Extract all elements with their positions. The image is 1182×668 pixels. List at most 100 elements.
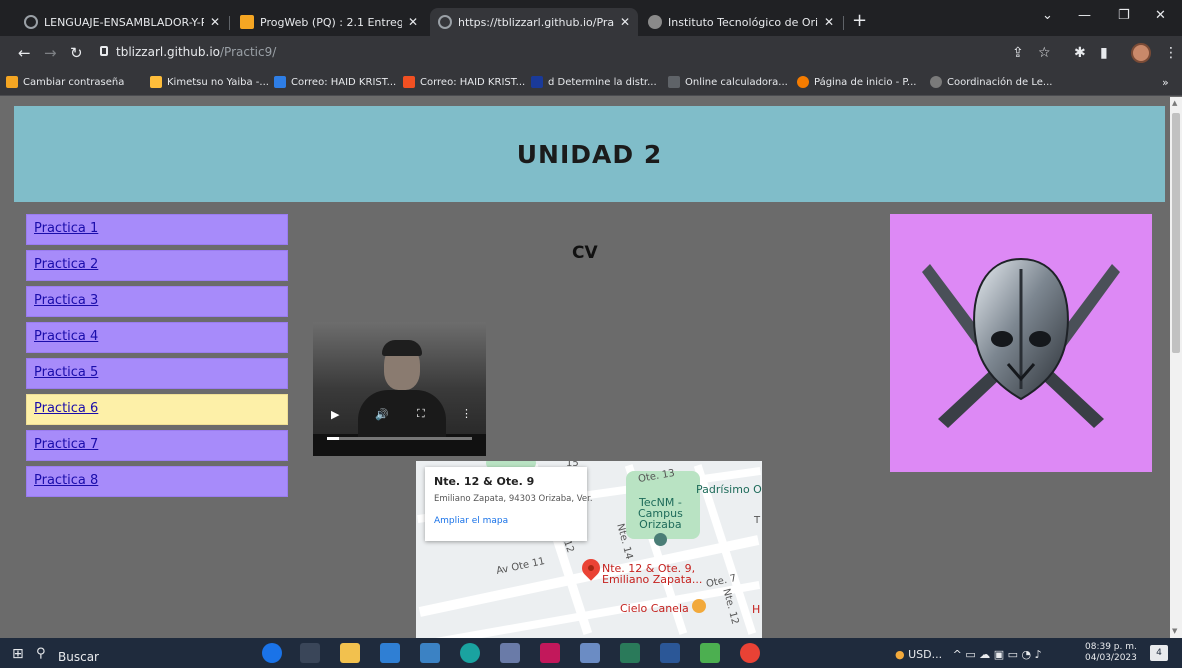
blogger-icon: [797, 76, 809, 88]
page-viewport: UNIDAD 2 Practica 1 Practica 2 Practica …: [0, 97, 1170, 638]
bookmark-correo-1[interactable]: Correo: HAID KRIST...: [274, 76, 396, 88]
volume-icon[interactable]: 🔊: [375, 408, 389, 421]
side-panel-icon[interactable]: ▮: [1100, 45, 1108, 61]
bookmark-correo-2[interactable]: Correo: HAID KRIST...: [403, 76, 525, 88]
bookmark-calculadora[interactable]: Online calculadora...: [668, 76, 788, 88]
map-place-title: Nte. 12 & Ote. 9: [434, 475, 535, 488]
tab-instituto[interactable]: Instituto Tecnológico de Orizaba ✕: [640, 8, 842, 36]
task-view-icon[interactable]: [300, 643, 320, 663]
street-label: Av Ote 11: [495, 556, 546, 577]
fullscreen-icon[interactable]: ⛶: [417, 407, 425, 421]
scroll-up-icon[interactable]: ▲: [1172, 99, 1177, 107]
institute-icon: [648, 15, 662, 29]
clock-time: 08:39 p. m.: [1085, 642, 1137, 652]
close-tab-icon[interactable]: ✕: [210, 15, 220, 29]
nav-link-practica-4[interactable]: Practica 4: [26, 322, 288, 353]
campus-label[interactable]: TecNM - Campus Orizaba: [638, 497, 683, 530]
map-expand-link[interactable]: Ampliar el mapa: [434, 516, 578, 526]
video-progress-fill: [327, 437, 339, 440]
map-edge-label: T: [754, 515, 761, 526]
school-icon[interactable]: [654, 533, 667, 546]
bookmark-favicon-icon: [150, 76, 162, 88]
restaurant-icon[interactable]: [692, 599, 706, 613]
notes-icon[interactable]: [700, 643, 720, 663]
forward-arrow-icon[interactable]: →: [44, 45, 57, 61]
tab-lenguaje[interactable]: LENGUAJE-ENSAMBLADOR-Y-PR ✕: [16, 8, 228, 36]
word-icon[interactable]: [660, 643, 680, 663]
bookmark-kimetsu[interactable]: Kimetsu no Yaiba -...: [150, 76, 269, 88]
globe-icon: [24, 15, 38, 29]
poi-cielo-canela[interactable]: Cielo Canela: [620, 602, 689, 615]
profile-avatar[interactable]: [1131, 43, 1151, 63]
play-icon[interactable]: ▶: [331, 408, 339, 421]
browser-tab-bar: LENGUAJE-ENSAMBLADOR-Y-PR ✕ ProgWeb (PQ)…: [0, 0, 1182, 36]
file-explorer-icon[interactable]: [340, 643, 360, 663]
star-icon: [531, 76, 543, 88]
maximize-button[interactable]: ❐: [1118, 8, 1130, 23]
globe-icon: [438, 15, 452, 29]
bookmark-cambiar[interactable]: Cambiar contraseña: [6, 76, 124, 88]
bing-icon[interactable]: [262, 643, 282, 663]
taskbar-search[interactable]: Buscar: [58, 650, 99, 664]
video-person-hair: [382, 340, 422, 356]
moodle-icon: [240, 15, 254, 29]
nav-link-practica-8[interactable]: Practica 8: [26, 466, 288, 497]
bookmark-determine[interactable]: d Determine la distr...: [531, 76, 657, 88]
close-tab-icon[interactable]: ✕: [824, 15, 834, 29]
skull-emblem-icon: [922, 257, 1120, 428]
nav-link-practica-5[interactable]: Practica 5: [26, 358, 288, 389]
page-title: UNIDAD 2: [516, 139, 663, 169]
nav-link-practica-3[interactable]: Practica 3: [26, 286, 288, 317]
scrollbar-thumb[interactable]: [1172, 113, 1180, 353]
map-edge-label: H: [752, 603, 761, 616]
teams-icon[interactable]: [500, 643, 520, 663]
close-window-button[interactable]: ✕: [1155, 8, 1166, 23]
video-player[interactable]: ▶ 🔊 ⛶ ⋮: [313, 322, 486, 456]
search-icon: ⚲: [36, 646, 46, 661]
menu-icon[interactable]: ⋮: [1164, 45, 1178, 61]
sidebar-nav: Practica 1 Practica 2 Practica 3 Practic…: [26, 214, 288, 502]
extensions-icon[interactable]: ✱: [1074, 45, 1086, 61]
store-icon[interactable]: [380, 643, 400, 663]
system-tray[interactable]: ● USD... ^ ▭ ☁ ▣ ▭ ◔ ♪: [895, 648, 1042, 661]
bookmark-pagina-inicio[interactable]: Página de inicio - P...: [797, 76, 916, 88]
taskbar-clock[interactable]: 08:39 p. m. 04/03/2023: [1085, 642, 1137, 664]
video-progress-bar[interactable]: [327, 437, 472, 440]
minimize-button[interactable]: —: [1078, 8, 1091, 23]
close-tab-icon[interactable]: ✕: [408, 15, 418, 29]
chrome-icon[interactable]: [740, 643, 760, 663]
nav-link-practica-7[interactable]: Practica 7: [26, 430, 288, 461]
pin-label-line: Emiliano Zapata...: [602, 573, 703, 586]
nav-link-practica-1[interactable]: Practica 1: [26, 214, 288, 245]
reload-icon[interactable]: ↻: [70, 45, 83, 61]
bookmark-coordinacion[interactable]: Coordinación de Le...: [930, 76, 1052, 88]
back-arrow-icon[interactable]: ←: [18, 45, 31, 61]
calculator-icon[interactable]: [620, 643, 640, 663]
close-tab-icon[interactable]: ✕: [620, 15, 630, 29]
nav-link-practica-6[interactable]: Practica 6: [26, 394, 288, 425]
notifications-badge[interactable]: 4: [1150, 645, 1168, 661]
page-scrollbar[interactable]: ▲ ▼: [1170, 97, 1182, 638]
tab-search-icon[interactable]: ⌄: [1042, 8, 1053, 23]
nav-link-practica-2[interactable]: Practica 2: [26, 250, 288, 281]
pin-label: Nte. 12 & Ote. 9, Emiliano Zapata...: [602, 563, 702, 585]
windows-start-icon[interactable]: ⊞: [12, 646, 24, 662]
new-tab-button[interactable]: +: [852, 12, 867, 30]
mail-icon[interactable]: [420, 643, 440, 663]
more-bookmarks-icon[interactable]: »: [1162, 76, 1169, 89]
tab-practic9[interactable]: https://tblizzarl.github.io/Practic9 ✕: [430, 8, 638, 36]
tray-status-text: USD...: [908, 648, 943, 661]
scroll-down-icon[interactable]: ▼: [1172, 627, 1177, 635]
address-bar[interactable]: tblizzarl.github.io/Practic9/: [116, 45, 276, 59]
tab-progweb[interactable]: ProgWeb (PQ) : 2.1 Entrega repor ✕: [232, 8, 426, 36]
map-place-address: Emiliano Zapata, 94303 Orizaba, Ver.: [434, 494, 593, 504]
edge-icon[interactable]: [460, 643, 480, 663]
poi-padrisimo[interactable]: Padrísimo O: [696, 483, 762, 496]
app-icon[interactable]: [580, 643, 600, 663]
institute-icon: [930, 76, 942, 88]
embedded-map[interactable]: 15 Ote. 13 Av Ote 11 12 Nte. 14 Ote. 7 N…: [416, 461, 762, 638]
bookmark-star-icon[interactable]: ☆: [1038, 45, 1051, 61]
app-icon[interactable]: [540, 643, 560, 663]
video-menu-icon[interactable]: ⋮: [461, 407, 472, 420]
share-icon[interactable]: ⇪: [1012, 45, 1024, 61]
